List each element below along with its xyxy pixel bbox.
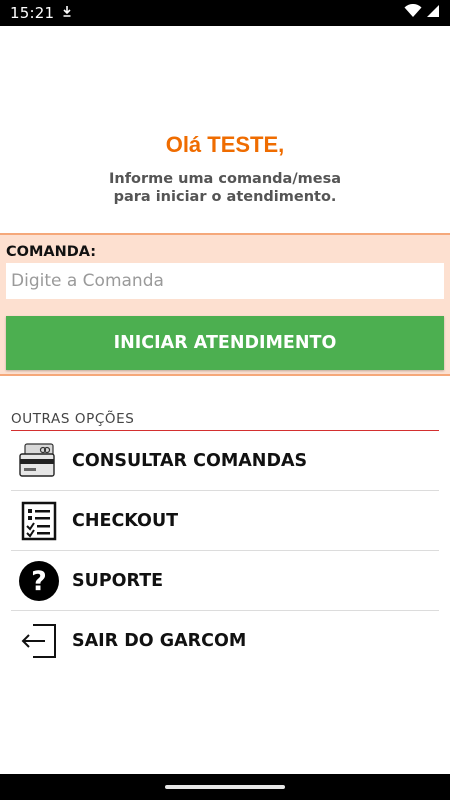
status-time: 15:21 bbox=[10, 4, 55, 22]
status-bar: 15:21 bbox=[0, 0, 450, 26]
comanda-input[interactable] bbox=[6, 263, 444, 299]
subtitle-line-2: para iniciar o atendimento. bbox=[113, 189, 337, 205]
subtitle-line-1: Informe uma comanda/mesa bbox=[109, 171, 341, 187]
navigation-bar bbox=[0, 774, 450, 800]
option-label: CONSULTAR COMANDAS bbox=[72, 450, 308, 471]
wifi-icon bbox=[404, 3, 422, 23]
signal-icon bbox=[426, 4, 440, 23]
download-icon bbox=[62, 4, 72, 22]
option-consultar-comandas[interactable]: CONSULTAR COMANDAS bbox=[11, 431, 439, 491]
logout-icon bbox=[14, 619, 64, 663]
option-suporte[interactable]: ? SUPORTE bbox=[11, 551, 439, 611]
option-label: SAIR DO GARCOM bbox=[72, 631, 247, 651]
status-left: 15:21 bbox=[10, 4, 72, 22]
option-label: SUPORTE bbox=[72, 570, 164, 591]
options-list: CONSULTAR COMANDAS CHECKOUT ? SUPORTE SA… bbox=[11, 431, 439, 671]
checklist-icon bbox=[14, 499, 64, 543]
start-service-button[interactable]: INICIAR ATENDIMENTO bbox=[6, 316, 444, 370]
status-right bbox=[404, 3, 440, 23]
comanda-label: COMANDA: bbox=[6, 244, 97, 260]
option-checkout[interactable]: CHECKOUT bbox=[11, 491, 439, 551]
svg-text:?: ? bbox=[31, 566, 47, 597]
option-label: CHECKOUT bbox=[72, 510, 179, 531]
options-header: OUTRAS OPÇÕES bbox=[11, 411, 439, 431]
comanda-panel: COMANDA: INICIAR ATENDIMENTO bbox=[0, 233, 450, 376]
card-icon bbox=[14, 439, 64, 483]
help-icon: ? bbox=[14, 559, 64, 603]
greeting-subtitle: Informe uma comanda/mesa para iniciar o … bbox=[0, 170, 450, 206]
home-gesture-handle[interactable] bbox=[165, 785, 285, 789]
option-sair-do-garcom[interactable]: SAIR DO GARCOM bbox=[11, 611, 439, 671]
greeting-title: Olá TESTE, bbox=[165, 132, 285, 157]
